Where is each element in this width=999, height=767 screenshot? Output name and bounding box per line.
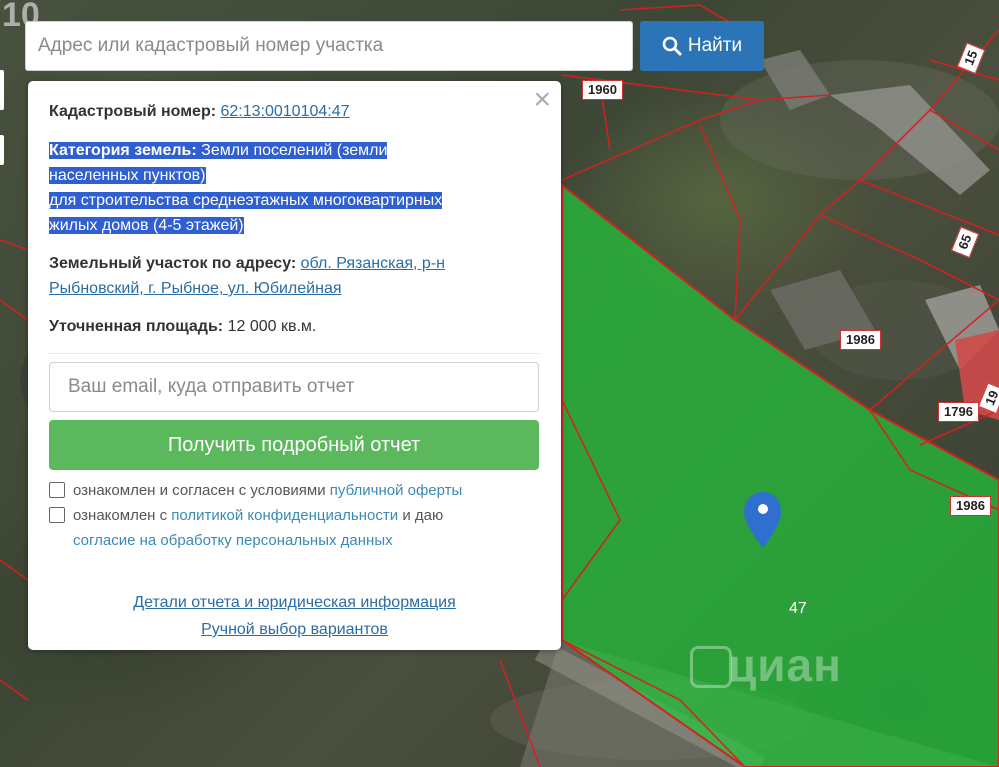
address-link[interactable]: Рыбновский, г. Рыбное, ул. Юбилейная (49, 280, 342, 297)
address-row: Земельный участок по адресу: обл. Рязанс… (49, 251, 540, 301)
privacy-policy-link[interactable]: политикой конфиденциальности (171, 507, 398, 524)
cadastral-number-label: Кадастровый номер: (49, 103, 217, 120)
area-value: 12 000 кв.м. (227, 318, 317, 335)
map-control-tab[interactable] (0, 70, 4, 110)
offer-consent-text: ознакомлен и согласен с условиями (73, 482, 326, 499)
email-field[interactable] (49, 362, 539, 412)
popup-footer-links: Детали отчета и юридическая информация Р… (49, 589, 540, 643)
privacy-consent-text: ознакомлен с (73, 507, 168, 524)
privacy-consent-text: и даю (402, 507, 444, 524)
get-report-button[interactable]: Получить подробный отчет (49, 420, 539, 470)
land-category-value-cont: населенных пунктов) (49, 167, 206, 184)
offer-consent-row: ознакомлен и согласен с условиями публич… (49, 478, 540, 503)
area-label: Уточненная площадь: (49, 318, 224, 335)
privacy-consent-row: ознакомлен с политикой конфиденциальност… (49, 503, 540, 553)
map-control-tab[interactable] (0, 135, 4, 165)
offer-consent-checkbox[interactable] (49, 482, 65, 498)
personal-data-consent-link[interactable]: согласие на обработку персональных данны… (73, 532, 393, 549)
address-link[interactable]: обл. Рязанская, р-н (301, 255, 445, 272)
privacy-consent-checkbox[interactable] (49, 507, 65, 523)
parcel-number[interactable]: 1796 (938, 402, 979, 422)
search-button-label: Найти (687, 35, 743, 56)
search-button[interactable]: Найти (640, 21, 764, 71)
parcel-number[interactable]: 1986 (840, 330, 881, 350)
parcel-number[interactable]: 1960 (582, 80, 623, 100)
area-row: Уточненная площадь: 12 000 кв.м. (49, 314, 540, 339)
parcel-number: 47 (789, 600, 807, 617)
search-icon (662, 36, 682, 56)
close-icon[interactable]: × (533, 85, 551, 115)
cadastral-number-link[interactable]: 62:13:0010104:47 (221, 103, 350, 120)
land-category-label: Категория земель: (49, 142, 197, 159)
parcel-info-popup: × Кадастровый номер: 62:13:0010104:47 Ка… (28, 81, 561, 650)
land-category-value: Земли поселений (земли (201, 142, 388, 159)
cadastral-number-row: Кадастровый номер: 62:13:0010104:47 (49, 99, 540, 124)
watermark-logo-icon (690, 646, 732, 688)
report-details-link[interactable]: Детали отчета и юридическая информация (133, 594, 456, 611)
address-label: Земельный участок по адресу: (49, 255, 297, 272)
search-input[interactable] (25, 21, 633, 71)
watermark: циан (728, 639, 842, 691)
parcel-number[interactable]: 1986 (950, 496, 991, 516)
land-category-block: Категория земель: Земли поселений (земли… (49, 138, 540, 238)
manual-selection-link[interactable]: Ручной выбор вариантов (201, 621, 388, 638)
permitted-use-line: для строительства среднеэтажных многоква… (49, 192, 443, 209)
permitted-use-line: жилых домов (4-5 этажей) (49, 217, 244, 234)
divider (49, 353, 540, 354)
public-offer-link[interactable]: публичной оферты (330, 482, 463, 499)
